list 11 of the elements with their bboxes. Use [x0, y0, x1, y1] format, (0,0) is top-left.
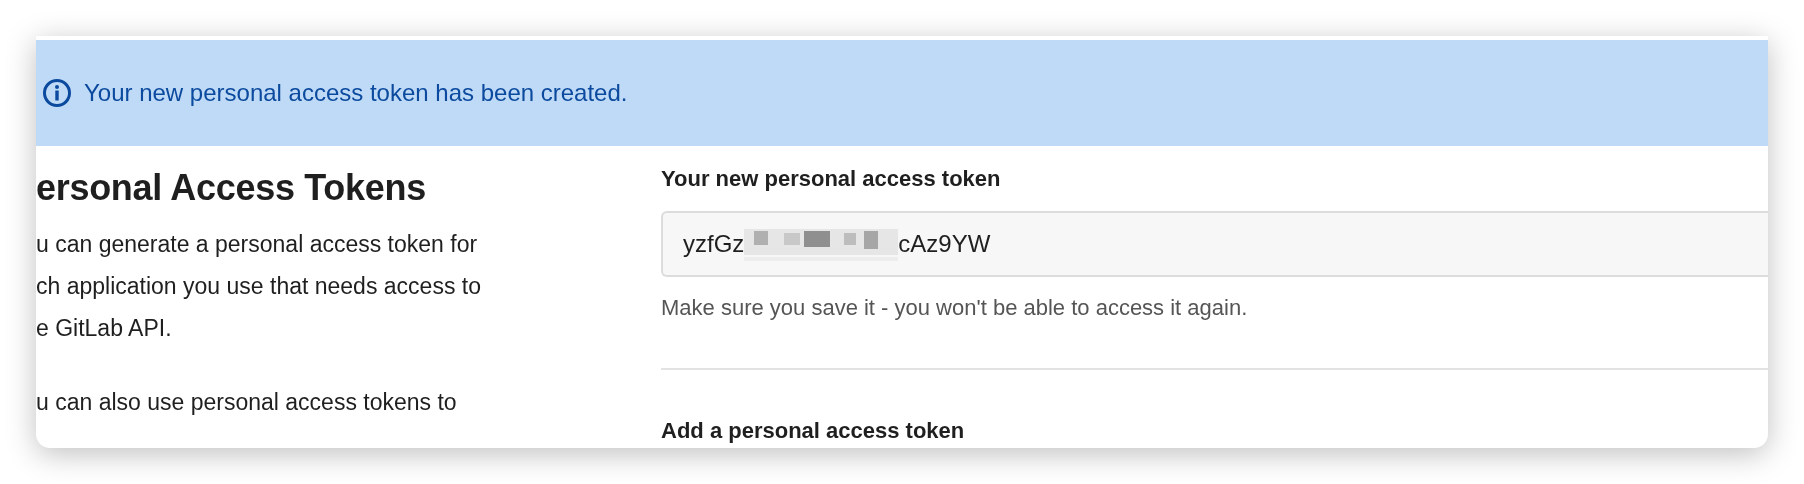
field-label: Your new personal access token — [661, 165, 1002, 193]
intro-text-line: e GitLab API. — [36, 314, 173, 344]
page-heading: ersonal Access Tokens — [36, 166, 427, 210]
section-heading: Add a personal access token — [661, 417, 966, 445]
token-field[interactable]: yzfGz cAz9YW — [661, 211, 1768, 277]
intro-text-line: u can also use personal access tokens to — [36, 388, 458, 418]
info-icon — [42, 78, 72, 108]
alert-message: Your new personal access token has been created. — [84, 78, 628, 108]
intro-text-line: u can generate a personal access token for — [36, 230, 479, 260]
help-text: Make sure you save it - you won't be able to access it again. — [661, 294, 1249, 322]
intro-text-line: ch application you use that needs access to — [36, 272, 482, 302]
